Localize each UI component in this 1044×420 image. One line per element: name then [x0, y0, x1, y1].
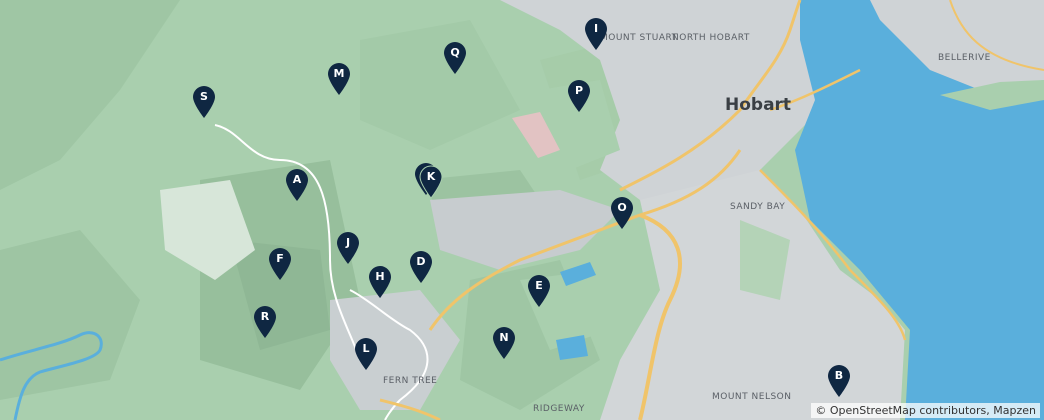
place-label-mount-nelson: MOUNT NELSON [712, 392, 792, 402]
map-attribution[interactable]: © OpenStreetMap contributors, Mapzen [811, 403, 1040, 418]
map-base [0, 0, 1044, 420]
place-label-sandy-bay: SANDY BAY [730, 202, 786, 212]
map-marker-a[interactable]: A [284, 168, 310, 202]
place-label-north-hobart: NORTH HOBART [672, 33, 750, 43]
map-marker-d[interactable]: D [408, 250, 434, 284]
map-marker-r[interactable]: R [252, 305, 278, 339]
map-marker-e[interactable]: E [526, 274, 552, 308]
place-label-bellerive: BELLERIVE [938, 53, 991, 63]
place-label-ridgeway: RIDGEWAY [533, 404, 585, 414]
map-marker-s[interactable]: S [191, 85, 217, 119]
place-label-hobart: Hobart [725, 95, 792, 115]
map-marker-q[interactable]: Q [442, 41, 468, 75]
map-marker-b[interactable]: B [826, 364, 852, 398]
map-marker-i[interactable]: I [583, 17, 609, 51]
map-view[interactable]: Hobart MOUNT STUART NORTH HOBART BELLERI… [0, 0, 1044, 420]
map-marker-f[interactable]: F [267, 247, 293, 281]
map-marker-h[interactable]: H [367, 265, 393, 299]
place-label-mount-stuart: MOUNT STUART [600, 33, 678, 43]
map-marker-k[interactable]: K [418, 165, 444, 199]
map-marker-j[interactable]: J [335, 231, 361, 265]
place-label-fern-tree: FERN TREE [383, 376, 438, 386]
map-marker-n[interactable]: N [491, 326, 517, 360]
map-marker-l[interactable]: L [353, 337, 379, 371]
map-marker-p[interactable]: P [566, 79, 592, 113]
map-marker-m[interactable]: M [326, 62, 352, 96]
map-marker-o[interactable]: O [609, 196, 635, 230]
